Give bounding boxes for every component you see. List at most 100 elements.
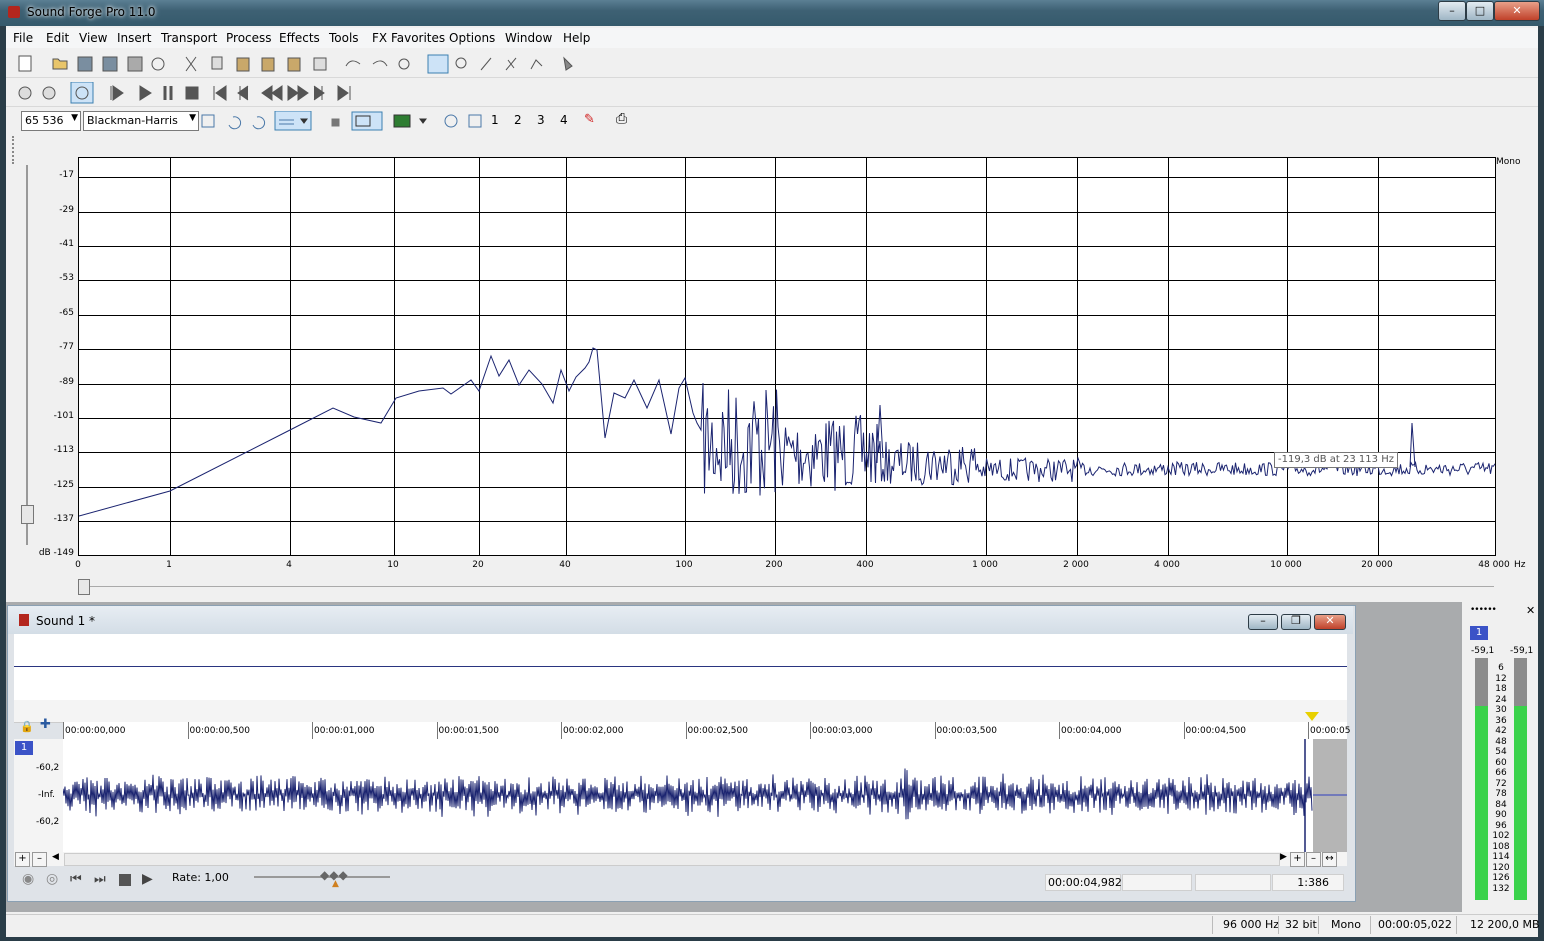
y-tick-label: -53 <box>59 273 74 283</box>
meter-scale-label: 72 <box>1495 778 1507 789</box>
y-tick-label: -65 <box>59 308 74 318</box>
overview-bar[interactable] <box>14 634 1347 700</box>
meter-scale-label: 120 <box>1492 862 1510 873</box>
snapshot-4[interactable]: 4 <box>560 113 568 127</box>
window-function-select[interactable]: Blackman-Harris ▼ <box>83 111 199 131</box>
print-icon[interactable]: ⎙ <box>616 111 627 127</box>
zoom-out-horizontal-button[interactable]: – <box>1306 852 1321 867</box>
eraser-icon[interactable]: ✎ <box>584 112 595 127</box>
meter-scale-label: 48 <box>1495 736 1507 747</box>
stop-icon[interactable] <box>119 874 131 886</box>
menu-edit[interactable]: Edit <box>46 31 69 45</box>
meter-right-fill <box>1514 706 1527 900</box>
ruler-tick <box>63 722 64 739</box>
zoom-slider-thumb[interactable] <box>21 505 34 524</box>
zoom-fit-button[interactable]: ↔ <box>1322 852 1337 867</box>
minimize-button[interactable]: – <box>1438 1 1466 21</box>
menu-effects[interactable]: Effects <box>279 31 320 45</box>
arm-record-icon[interactable]: ◎ <box>46 871 58 887</box>
monitor-icon <box>252 116 266 130</box>
magnify-tool-icon <box>455 57 467 69</box>
x-tick-label: 4 000 <box>1154 560 1180 570</box>
sound-restore-button[interactable]: ❐ <box>1281 614 1311 630</box>
meter-scale-label: 54 <box>1495 747 1507 757</box>
menu-process[interactable]: Process <box>226 31 272 45</box>
spectrum-trace <box>79 347 1495 517</box>
menu-tools[interactable]: Tools <box>329 31 359 45</box>
lock-icon[interactable]: 🔒 <box>20 720 34 733</box>
ruler-tick <box>934 722 936 739</box>
help-pointer-icon <box>563 56 573 71</box>
menu-transport[interactable]: Transport <box>161 31 217 45</box>
undo-icon <box>345 60 361 67</box>
channel-number[interactable]: 1 <box>15 741 33 755</box>
menu-insert[interactable]: Insert <box>117 31 151 45</box>
spectrum-plot[interactable] <box>78 157 1496 556</box>
spectrum-graph <box>79 158 1495 555</box>
sound-window-title: Sound 1 * <box>36 614 96 628</box>
sound-minimize-button[interactable]: – <box>1248 614 1278 630</box>
close-button[interactable]: ✕ <box>1494 1 1540 21</box>
meter-channel-number[interactable]: 1 <box>1470 626 1488 640</box>
sound-scrollbar: + – ◀ ▶ + – ↔ <box>14 852 1347 867</box>
x-tick-label: 1 <box>166 560 172 570</box>
zoom-ratio-field[interactable]: 1:386 <box>1272 874 1344 891</box>
menu-file[interactable]: File <box>13 31 33 45</box>
sound-file-icon <box>19 614 29 626</box>
y-tick-label: -77 <box>59 342 74 352</box>
grip-handle[interactable]: •••••• <box>1470 605 1497 615</box>
zoom-in-vertical-button[interactable]: + <box>15 852 30 867</box>
settings-icon <box>201 114 215 128</box>
record-icon[interactable]: ◉ <box>22 871 34 887</box>
selection-length-field[interactable] <box>1195 874 1271 891</box>
y-tick-label: -41 <box>59 239 74 249</box>
meter-scale-label: 36 <box>1495 715 1507 726</box>
ruler-label: 00:00:01,000 <box>314 726 375 736</box>
y-tick-label: -113 <box>53 445 74 455</box>
status-separator <box>1318 916 1319 934</box>
fft-size-select[interactable]: 65 536 ▼ <box>21 111 81 131</box>
play-icon[interactable]: ▶ <box>142 871 153 887</box>
zoom-slider-track <box>26 165 28 545</box>
go-to-end-icon[interactable]: ⏭ <box>94 872 106 887</box>
peak-right[interactable]: -59,1 <box>1510 646 1533 656</box>
level-label-top: -60,2 <box>36 763 60 773</box>
meter-close-icon[interactable]: ✕ <box>1526 604 1535 617</box>
horizontal-scroll-thumb[interactable] <box>78 579 90 595</box>
redo-icon <box>372 60 388 67</box>
snapshot-2[interactable]: 2 <box>514 113 522 127</box>
menu-fx-favorites[interactable]: FX Favorites <box>372 31 445 45</box>
sound-scroll-thumb[interactable] <box>64 853 1280 866</box>
sound-transport: ◉ ◎ ⏮ ⏭ ▶ Rate: 1,00 ◆◆◆ ▲ 00:00:04,982 … <box>14 867 1347 895</box>
peak-left[interactable]: -59,1 <box>1471 646 1494 656</box>
sound-close-button[interactable]: ✕ <box>1314 614 1346 630</box>
meter-scale-label: 30 <box>1495 705 1507 715</box>
menu-window[interactable]: Window <box>505 31 552 45</box>
zoom-in-horizontal-button[interactable]: + <box>1290 852 1305 867</box>
go-to-start-icon[interactable]: ⏮ <box>70 872 82 887</box>
event-tool-icon <box>505 57 517 71</box>
forward-icon <box>287 85 309 101</box>
selection-start-field[interactable] <box>1122 874 1192 891</box>
maximize-button[interactable]: □ <box>1466 1 1494 21</box>
grip-handle[interactable] <box>12 136 18 164</box>
level-label-center: -Inf. <box>38 790 55 800</box>
snapshot-3[interactable]: 3 <box>537 113 545 127</box>
scroll-right-icon[interactable]: ▶ <box>1280 852 1287 862</box>
snap-icon[interactable]: ✚ <box>40 717 51 732</box>
ruler-tick <box>312 722 313 739</box>
position-field[interactable]: 00:00:04,982 <box>1045 874 1122 891</box>
meter-scale-label: 102 <box>1492 831 1510 841</box>
waveform-view[interactable] <box>62 739 1347 852</box>
snapshot-1[interactable]: 1 <box>491 113 499 127</box>
menu-help[interactable]: Help <box>563 31 590 45</box>
zoom-out-vertical-button[interactable]: – <box>32 852 47 867</box>
scroll-left-icon[interactable]: ◀ <box>52 852 59 862</box>
status-bit-depth: 32 bit <box>1285 918 1317 931</box>
meter-scale-label: 108 <box>1492 841 1510 852</box>
meter-scale-label: 132 <box>1492 883 1510 894</box>
menu-view[interactable]: View <box>79 31 107 45</box>
menu-options[interactable]: Options <box>449 31 495 45</box>
playhead-marker[interactable] <box>1305 712 1319 721</box>
ruler-tick <box>1308 722 1309 739</box>
